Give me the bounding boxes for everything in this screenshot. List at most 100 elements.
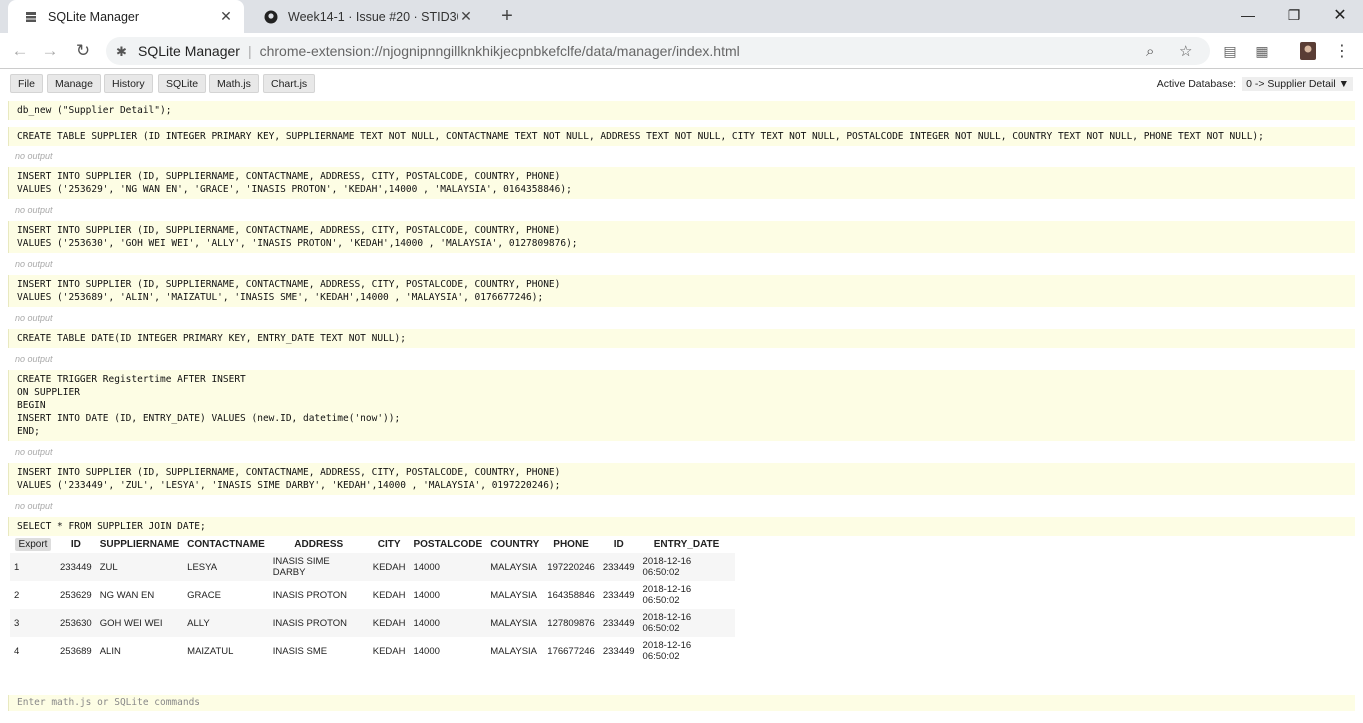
no-output-label: no output [15, 313, 53, 323]
cell: 164358846 [543, 581, 599, 609]
cell: INASIS PROTON [268, 581, 369, 609]
restore-icon[interactable]: ❐ [1271, 0, 1317, 30]
browser-toolbar: ← → ↻ ✱ SQLite Manager | chrome-extensio… [0, 33, 1363, 69]
table-header-row: Export ID SUPPLIERNAME CONTACTNAME ADDRE… [10, 536, 735, 553]
app-menubar: File Manage History SQLite Math.js Chart… [0, 70, 1363, 100]
reload-icon[interactable]: ↻ [71, 39, 95, 63]
active-db-select[interactable]: 0 -> Supplier Detail ▼ [1242, 77, 1353, 91]
row-index: 2 [10, 581, 56, 609]
profile-avatar[interactable] [1298, 41, 1318, 61]
no-output-label: no output [15, 354, 53, 364]
cell: ZUL [95, 553, 184, 581]
cell: 233449 [598, 609, 639, 637]
extension-puzzle-icon: ✱ [116, 44, 127, 59]
cell: 176677246 [543, 637, 599, 665]
cell: KEDAH [368, 637, 410, 665]
menu-history[interactable]: History [104, 74, 153, 93]
zoom-icon[interactable]: ⌕ [1146, 37, 1154, 65]
browser-titlebar: SQLite Manager ✕ Week14-1 · Issue #20 · … [0, 0, 1363, 33]
column-header: ENTRY_DATE [638, 536, 735, 553]
command-block: SELECT * FROM SUPPLIER JOIN DATE; [8, 517, 1355, 536]
close-tab-icon[interactable]: ✕ [218, 8, 234, 25]
bookmark-star-icon[interactable]: ☆ [1179, 37, 1192, 65]
cell: 14000 [409, 609, 487, 637]
close-tab-icon[interactable]: ✕ [458, 8, 474, 25]
column-header: COUNTRY [486, 536, 544, 553]
table-row: 2 253629 NG WAN EN GRACE INASIS PROTON K… [10, 581, 735, 609]
command-input[interactable]: Enter math.js or SQLite commands [8, 695, 1355, 711]
cell: 14000 [409, 553, 487, 581]
active-database: Active Database: 0 -> Supplier Detail ▼ [1157, 77, 1353, 91]
tab-sqlite-manager[interactable]: SQLite Manager ✕ [8, 0, 244, 33]
table-row: 3 253630 GOH WEI WEI ALLY INASIS PROTON … [10, 609, 735, 637]
command-block: CREATE TABLE DATE(ID INTEGER PRIMARY KEY… [8, 329, 1355, 348]
menu-file[interactable]: File [10, 74, 43, 93]
cell: NG WAN EN [95, 581, 184, 609]
database-icon [24, 10, 38, 24]
cell: ALLY [183, 609, 269, 637]
cell: MALAYSIA [486, 553, 544, 581]
cell: KEDAH [368, 609, 410, 637]
cell: 2018-12-16 06:50:02 [638, 609, 735, 637]
command-block: INSERT INTO SUPPLIER (ID, SUPPLIERNAME, … [8, 463, 1355, 495]
command-block: INSERT INTO SUPPLIER (ID, SUPPLIERNAME, … [8, 275, 1355, 307]
cell: 233449 [598, 637, 639, 665]
cell: INASIS SIME DARBY [268, 553, 369, 581]
command-block: db_new ("Supplier Detail"); [8, 101, 1355, 120]
cell: GRACE [183, 581, 269, 609]
menu-kebab-icon[interactable]: ⋮ [1332, 41, 1352, 61]
column-header: SUPPLIERNAME [95, 536, 184, 553]
cell: MALAYSIA [486, 581, 544, 609]
column-header: PHONE [543, 536, 599, 553]
export-button[interactable]: Export [14, 538, 52, 551]
pdf-extension-icon[interactable]: ▤ [1220, 41, 1240, 61]
cell: 253630 [56, 609, 96, 637]
cell: KEDAH [368, 553, 410, 581]
cell: 253629 [56, 581, 96, 609]
tab-github-issue[interactable]: Week14-1 · Issue #20 · STID3014 ✕ [248, 0, 484, 33]
new-tab-button[interactable]: + [496, 5, 518, 27]
tab-title: SQLite Manager [48, 9, 140, 24]
column-header: ID [56, 536, 96, 553]
cell: 233449 [56, 553, 96, 581]
cell: 2018-12-16 06:50:02 [638, 553, 735, 581]
command-block: INSERT INTO SUPPLIER (ID, SUPPLIERNAME, … [8, 167, 1355, 199]
cell: 127809876 [543, 609, 599, 637]
no-output-label: no output [15, 205, 53, 215]
cell: MALAYSIA [486, 637, 544, 665]
cell: LESYA [183, 553, 269, 581]
site-name: SQLite Manager [138, 43, 240, 59]
row-index: 4 [10, 637, 56, 665]
column-header: ID [598, 536, 639, 553]
close-window-icon[interactable]: ✕ [1317, 0, 1363, 30]
tab-title: Week14-1 · Issue #20 · STID3014 [288, 9, 458, 24]
menu-mathjs[interactable]: Math.js [209, 74, 259, 93]
cell: 233449 [598, 553, 639, 581]
address-bar[interactable]: ✱ SQLite Manager | chrome-extension://nj… [106, 37, 1210, 65]
command-block: INSERT INTO SUPPLIER (ID, SUPPLIERNAME, … [8, 221, 1355, 253]
minimize-icon[interactable]: — [1225, 0, 1271, 30]
no-output-label: no output [15, 447, 53, 457]
cell: INASIS SME [268, 637, 369, 665]
sqlite-extension-icon[interactable]: ▦ [1252, 41, 1272, 61]
separator: | [247, 43, 252, 59]
cell: 197220246 [543, 553, 599, 581]
cell: 253689 [56, 637, 96, 665]
menu-manage[interactable]: Manage [47, 74, 101, 93]
result-table: Export ID SUPPLIERNAME CONTACTNAME ADDRE… [10, 536, 735, 665]
cell: 2018-12-16 06:50:02 [638, 581, 735, 609]
menu-sqlite[interactable]: SQLite [158, 74, 207, 93]
cell: 233449 [598, 581, 639, 609]
table-row: 4 253689 ALIN MAIZATUL INASIS SME KEDAH … [10, 637, 735, 665]
menu-chartjs[interactable]: Chart.js [263, 74, 316, 93]
no-output-label: no output [15, 501, 53, 511]
command-block: CREATE TABLE SUPPLIER (ID INTEGER PRIMAR… [8, 127, 1355, 146]
cell: MAIZATUL [183, 637, 269, 665]
back-icon[interactable]: ← [8, 39, 32, 63]
forward-icon[interactable]: → [38, 39, 62, 63]
column-header: CONTACTNAME [183, 536, 269, 553]
cell: GOH WEI WEI [95, 609, 184, 637]
active-db-label: Active Database: [1156, 78, 1237, 90]
url-text: chrome-extension://njognipnngillknkhikje… [259, 43, 740, 59]
table-row: 1 233449 ZUL LESYA INASIS SIME DARBY KED… [10, 553, 735, 581]
